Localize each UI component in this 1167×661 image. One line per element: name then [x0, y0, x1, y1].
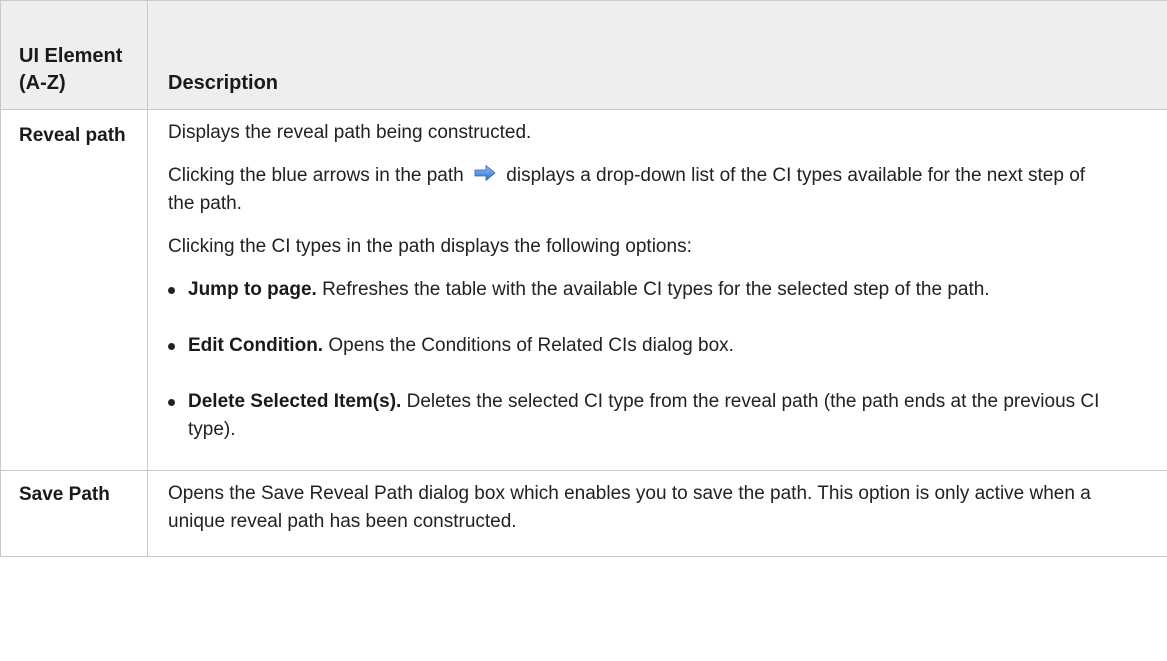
bullet-icon [168, 343, 175, 350]
option-label: Delete Selected Item(s). [188, 391, 402, 412]
description-text: Clicking the blue arrows in the path [168, 165, 464, 186]
list-item: Delete Selected Item(s). Deletes the sel… [168, 388, 1107, 444]
column-header-description: Description [147, 0, 1167, 110]
description-save-path: Opens the Save Reveal Path dialog box wh… [147, 470, 1167, 557]
bullet-icon [168, 287, 175, 294]
column-header-ui-element: UI Element (A-Z) [0, 0, 148, 110]
table-row: Save Path Opens the Save Reveal Path dia… [0, 470, 1167, 557]
term-save-path: Save Path [0, 470, 148, 557]
option-text: Opens the Conditions of Related CIs dial… [328, 335, 734, 356]
ui-elements-table: UI Element (A-Z) Description Reveal path… [0, 0, 1167, 557]
description-paragraph: Clicking the CI types in the path displa… [168, 236, 692, 257]
list-item: Jump to page. Refreshes the table with t… [168, 276, 1107, 304]
table-row: Reveal path Displays the reveal path bei… [0, 109, 1167, 471]
description-reveal-path: Displays the reveal path being construct… [147, 109, 1167, 471]
option-label: Edit Condition. [188, 335, 324, 356]
blue-arrow-icon [473, 163, 497, 181]
document-page: UI Element (A-Z) Description Reveal path… [0, 0, 1167, 661]
bullet-icon [168, 399, 175, 406]
list-item: Edit Condition. Opens the Conditions of … [168, 332, 1107, 360]
term-reveal-path: Reveal path [0, 109, 148, 471]
description-paragraph: Displays the reveal path being construct… [168, 122, 532, 143]
description-paragraph: Clicking the blue arrows in the path dis… [168, 162, 1107, 218]
header-row: UI Element (A-Z) Description [0, 0, 1167, 110]
table-header: UI Element (A-Z) Description [0, 0, 1167, 110]
options-list: Jump to page. Refreshes the table with t… [168, 276, 1107, 444]
option-label: Jump to page. [188, 279, 317, 300]
option-text: Refreshes the table with the available C… [322, 279, 990, 300]
